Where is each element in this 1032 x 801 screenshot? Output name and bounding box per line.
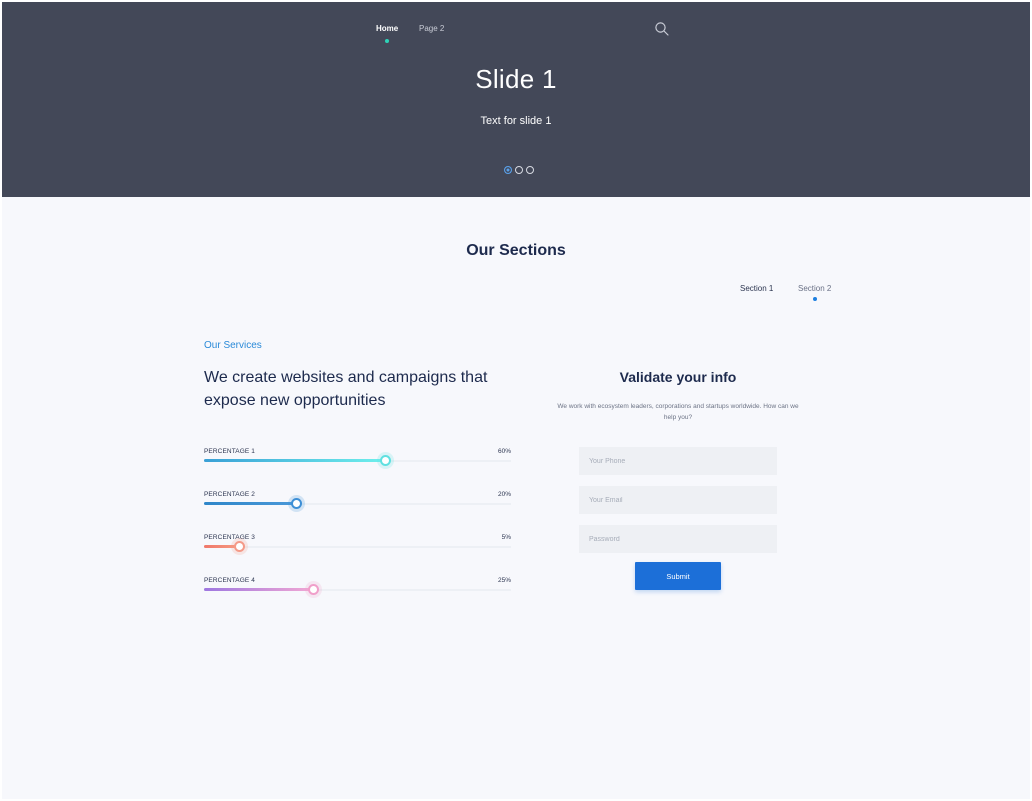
- tab-section-2-label: Section 2: [798, 284, 832, 293]
- progress-4-label: PERCENTAGE 4: [204, 577, 255, 584]
- progress-4-fill: [204, 588, 313, 591]
- nav-active-indicator: [385, 39, 390, 43]
- tab-section-1[interactable]: Section 1: [740, 284, 773, 293]
- progress-3-track: [204, 546, 511, 548]
- nav-home-label: Home: [376, 24, 399, 33]
- email-field[interactable]: [579, 486, 777, 514]
- nav-page2-link[interactable]: Page 2: [419, 24, 444, 33]
- form-title: Validate your info: [619, 369, 737, 385]
- progress-2-handle[interactable]: [291, 498, 303, 509]
- nav-home-link[interactable]: Home: [376, 24, 399, 43]
- progress-4-value: 25%: [497, 577, 511, 584]
- services-label: Our Services: [204, 340, 262, 351]
- progress-1-handle[interactable]: [380, 455, 392, 466]
- slide-pagination: [504, 166, 534, 174]
- progress-4: PERCENTAGE 4 25%: [204, 577, 511, 607]
- slide-text: Text for slide 1: [480, 115, 552, 127]
- progress-2-fill: [204, 502, 297, 505]
- progress-1-fill: [204, 459, 386, 462]
- progress-3-handle[interactable]: [234, 541, 246, 552]
- password-field[interactable]: [579, 525, 777, 553]
- progress-3-value: 5%: [501, 534, 511, 541]
- progress-2: PERCENTAGE 2 20%: [204, 491, 511, 521]
- progress-1-value: 60%: [497, 448, 511, 455]
- tab-active-indicator: [812, 297, 817, 301]
- submit-button[interactable]: Submit: [635, 562, 721, 590]
- services-heading: We create websites and campaigns that ex…: [204, 369, 488, 409]
- tab-section-1-label: Section 1: [740, 284, 774, 293]
- slide-dot-2[interactable]: [515, 166, 523, 174]
- progress-3: PERCENTAGE 3 5%: [204, 534, 511, 564]
- progress-3-label: PERCENTAGE 3: [204, 534, 255, 541]
- progress-2-label: PERCENTAGE 2: [204, 491, 255, 498]
- nav-page2-label: Page 2: [419, 24, 445, 33]
- tab-section-2[interactable]: Section 2: [798, 284, 832, 301]
- form-description: We work with ecosystem leaders, corporat…: [557, 403, 799, 421]
- slide-dot-1[interactable]: [504, 166, 512, 174]
- progress-2-value: 20%: [497, 491, 511, 498]
- page: Home Page 2 Slide 1 Text for slide 1 Our…: [2, 2, 1030, 799]
- progress-1: PERCENTAGE 1 60%: [204, 448, 511, 478]
- search-icon: [655, 22, 669, 36]
- slide-dot-3[interactable]: [526, 166, 534, 174]
- progress-1-label: PERCENTAGE 1: [204, 448, 255, 455]
- phone-field[interactable]: [579, 447, 777, 475]
- search-button[interactable]: [654, 21, 670, 37]
- progress-4-handle[interactable]: [307, 584, 319, 595]
- hero-slider: Home Page 2 Slide 1 Text for slide 1: [2, 2, 1030, 197]
- sections-title: Our Sections: [466, 242, 566, 259]
- slide-title: Slide 1: [475, 64, 557, 94]
